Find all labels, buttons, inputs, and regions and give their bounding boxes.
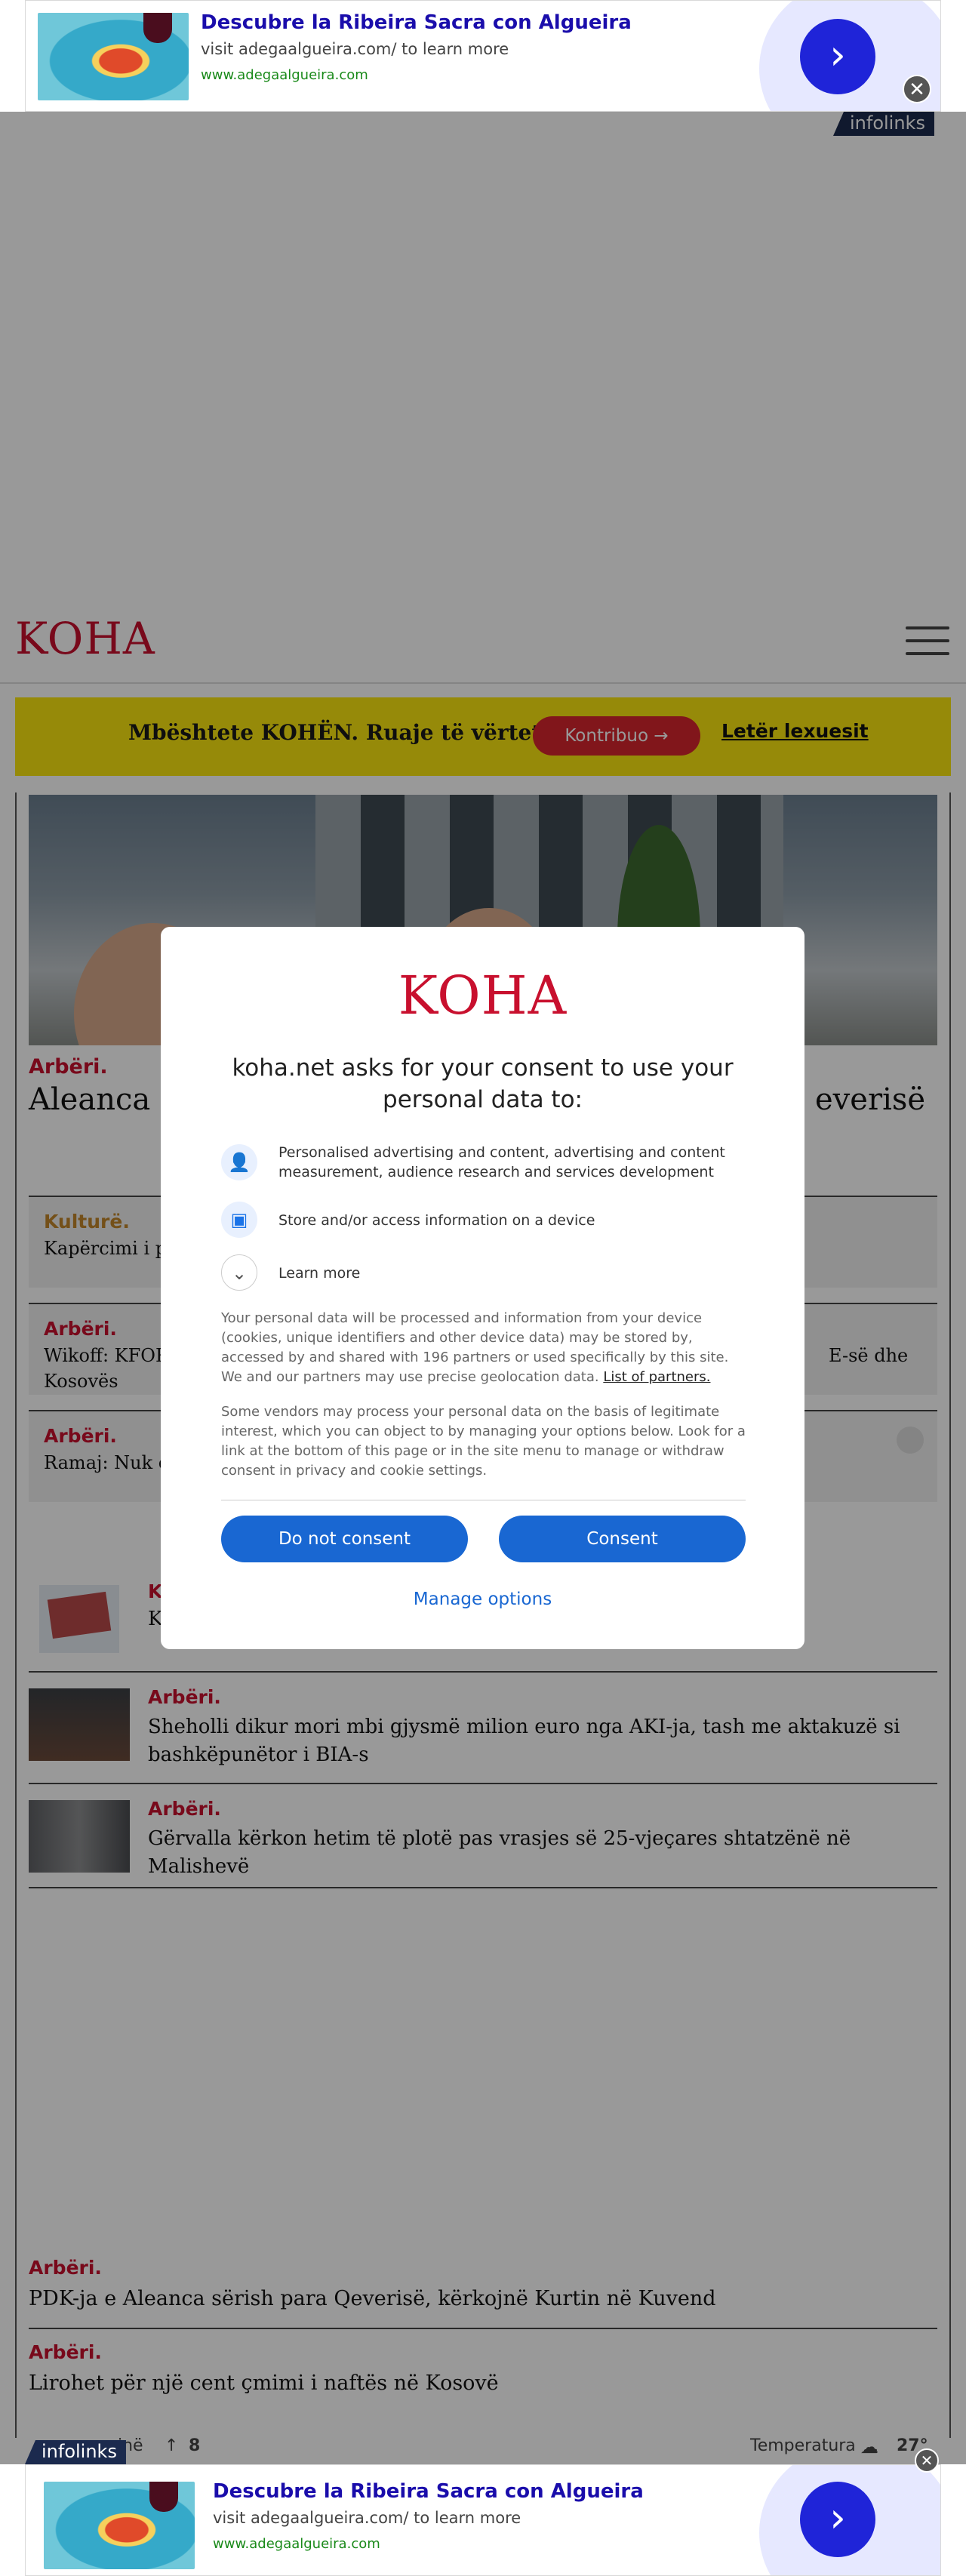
partners-link[interactable]: List of partners.: [603, 1369, 710, 1385]
ad-subtitle: visit adegaalgueira.com/ to learn more: [201, 40, 509, 58]
chevron-right-icon[interactable]: ›: [800, 2482, 875, 2557]
consent-title: koha.net asks for your consent to use yo…: [232, 1054, 734, 1113]
consent-dialog: KOHA koha.net asks for your consent to u…: [161, 927, 804, 1649]
user-icon: 👤: [221, 1144, 257, 1180]
chevron-right-icon[interactable]: ›: [800, 19, 875, 94]
ad-title[interactable]: Descubre la Ribeira Sacra con Algueira: [213, 2480, 644, 2503]
close-icon[interactable]: ✕: [915, 2448, 939, 2473]
consent-body-1: Your personal data will be processed and…: [221, 1309, 746, 1387]
learn-more-toggle[interactable]: ⌄ Learn more: [221, 1254, 749, 1292]
ad-url[interactable]: www.adegaalgueira.com: [213, 2536, 380, 2552]
purpose-text: Store and/or access information on a dev…: [278, 1212, 595, 1229]
infolinks-badge[interactable]: infolinks: [25, 2440, 126, 2464]
purpose-item: 👤 Personalised advertising and content, …: [221, 1140, 749, 1185]
learn-more-label[interactable]: Learn more: [278, 1263, 746, 1283]
consent-button[interactable]: Consent: [499, 1516, 746, 1562]
chevron-down-icon[interactable]: ⌄: [221, 1254, 257, 1291]
ad-url[interactable]: www.adegaalgueira.com: [201, 67, 368, 83]
close-icon[interactable]: ✕: [903, 75, 931, 103]
do-not-consent-button[interactable]: Do not consent: [221, 1516, 468, 1562]
manage-options-link[interactable]: Manage options: [161, 1590, 804, 1609]
purpose-text: Personalised advertising and content, ad…: [278, 1144, 725, 1180]
ad-subtitle: visit adegaalgueira.com/ to learn more: [213, 2509, 521, 2527]
consent-logo: KOHA: [398, 965, 568, 1026]
devices-icon: ▣: [221, 1202, 257, 1238]
purpose-item: ▣ Store and/or access information on a d…: [221, 1202, 749, 1239]
bottom-ad-banner[interactable]: Descubre la Ribeira Sacra con Algueira v…: [25, 2464, 941, 2576]
ad-image[interactable]: [44, 2482, 195, 2569]
ad-title[interactable]: Descubre la Ribeira Sacra con Algueira: [201, 11, 632, 34]
consent-body-2: Some vendors may process your personal d…: [221, 1404, 746, 1479]
top-ad-banner[interactable]: Descubre la Ribeira Sacra con Algueira v…: [25, 0, 941, 112]
ad-image[interactable]: [38, 13, 189, 100]
